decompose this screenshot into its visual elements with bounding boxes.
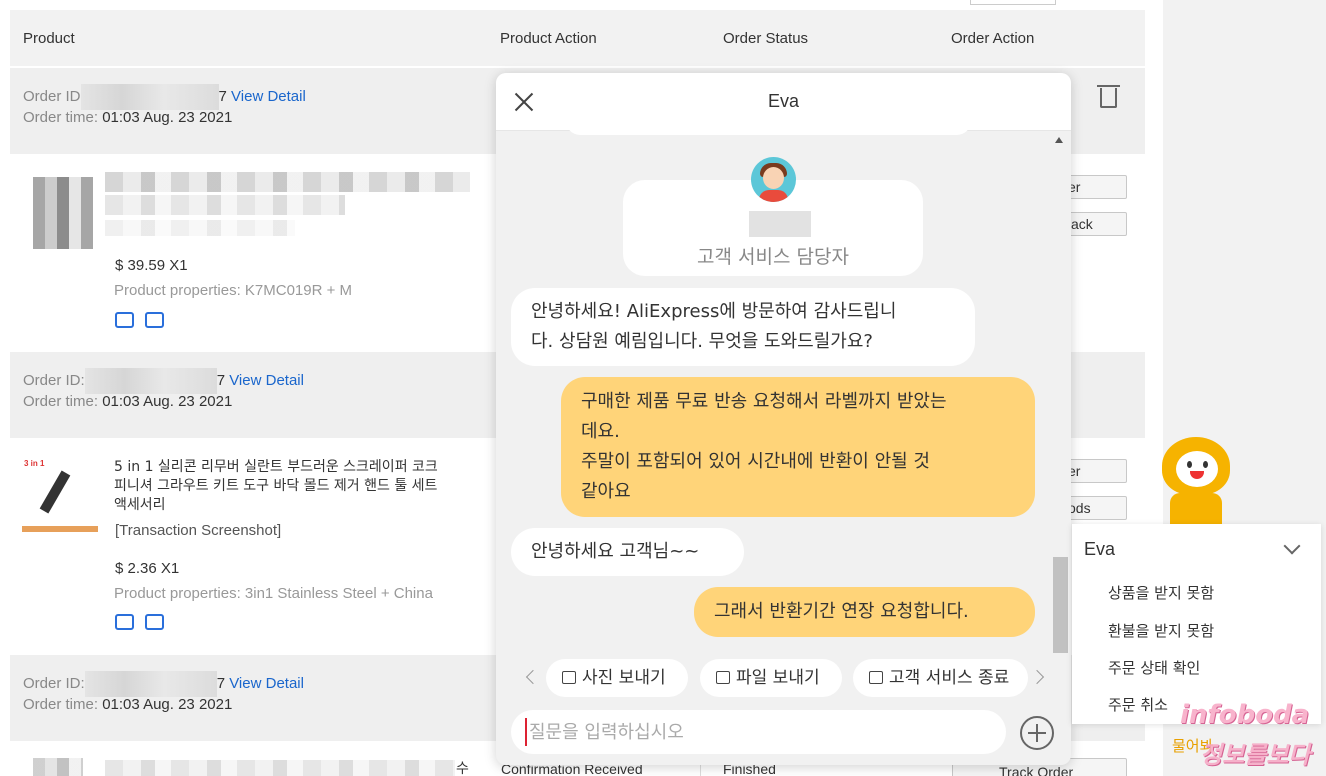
view-detail-link[interactable]: View Detail <box>231 88 306 105</box>
prev-bubble-edge <box>566 121 971 135</box>
transaction-screenshot-link[interactable]: [Transaction Screenshot] <box>115 522 281 539</box>
user-message: 구매한 제품 무료 반송 요청해서 라벨까지 받았는 데요. 주말이 포함되어 … <box>561 377 1035 517</box>
scrollbar[interactable] <box>1052 133 1068 653</box>
order-time-value: 01:03 Aug. 23 2021 <box>102 109 233 126</box>
product-title-blurred[interactable] <box>105 760 455 776</box>
agent-message: 안녕하세요 고객님~~ <box>511 528 744 576</box>
return-icon[interactable] <box>145 614 164 630</box>
chat-title: Eva <box>767 91 800 111</box>
product-thumbnail[interactable]: 3 in 1 <box>22 458 98 534</box>
return-icon[interactable] <box>145 312 164 328</box>
order-id-label: Order ID <box>23 87 81 105</box>
watermark-line2: 정보를보다 <box>1200 741 1311 769</box>
order-time-value: 01:03 Aug. 23 2021 <box>102 393 233 410</box>
order-time-line: Order time: 01:03 Aug. 23 2021 <box>23 393 232 410</box>
order-id-mask <box>84 671 217 697</box>
trash-icon[interactable] <box>1097 85 1120 108</box>
order-time-label: Order time: <box>23 109 99 126</box>
order-time-label: Order time: <box>23 696 99 713</box>
end-service-button[interactable]: 고객 서비스 종료 <box>853 659 1028 697</box>
table-header: Product Product Action Order Status Orde… <box>10 10 1145 66</box>
chat-window: Eva 고객 서비스 담당자 안녕하세요! AliExpress에 방문하여 감… <box>496 73 1071 765</box>
plus-icon[interactable] <box>1020 716 1054 750</box>
product-thumbnail[interactable] <box>33 758 83 776</box>
product-title-blurred[interactable] <box>105 220 295 236</box>
chevron-left-icon[interactable] <box>525 669 541 685</box>
order-id-suffix: 7 <box>218 87 227 105</box>
chevron-right-icon[interactable] <box>1029 669 1045 685</box>
order-id-label: Order ID: <box>23 674 85 692</box>
agent-avatar <box>751 157 796 202</box>
product-price: $ 39.59 X1 <box>115 257 188 274</box>
order-id-line: Order ID: 7 View Detail <box>23 671 304 697</box>
product-title-fragment: 수 <box>456 761 469 776</box>
product-title-blurred[interactable] <box>105 195 345 215</box>
chevron-down-icon[interactable] <box>1283 537 1301 555</box>
file-icon <box>716 671 730 684</box>
order-id-mask <box>80 84 219 110</box>
quick-actions: 사진 보내기 파일 보내기 고객 서비스 종료 <box>496 655 1071 699</box>
menu-item-not-received[interactable]: 상품을 받지 못함 <box>1108 582 1214 603</box>
menu-item-cancel-order[interactable]: 주문 취소 <box>1108 694 1168 715</box>
order-id-label: Order ID: <box>23 371 85 389</box>
order-id-suffix: 7 <box>216 674 226 692</box>
product-price: $ 2.36 X1 <box>115 560 180 577</box>
view-detail-link[interactable]: View Detail <box>229 675 304 692</box>
agent-role: 고객 서비스 담당자 <box>697 246 849 268</box>
view-detail-link[interactable]: View Detail <box>229 372 304 389</box>
shipping-icon[interactable] <box>115 312 134 328</box>
message-input-box <box>511 710 1006 754</box>
image-icon <box>562 671 576 684</box>
scroll-up-icon[interactable] <box>1055 137 1063 143</box>
header-order-action: Order Action <box>951 30 1035 47</box>
top-control-stub[interactable] <box>970 0 1056 5</box>
header-product-action: Product Action <box>500 30 597 47</box>
menu-item-order-status[interactable]: 주문 상태 확인 <box>1108 657 1200 678</box>
order-time-label: Order time: <box>23 393 99 410</box>
header-product: Product <box>23 30 75 47</box>
user-message: 그래서 반환기간 연장 요청합니다. <box>694 587 1035 637</box>
send-photo-button[interactable]: 사진 보내기 <box>546 659 688 697</box>
send-file-button[interactable]: 파일 보내기 <box>700 659 842 697</box>
assistant-mascot[interactable] <box>1160 437 1232 525</box>
exit-icon <box>869 671 883 684</box>
order-time-value: 01:03 Aug. 23 2021 <box>102 696 233 713</box>
header-order-status: Order Status <box>723 30 809 47</box>
agent-message: 안녕하세요! AliExpress에 방문하여 감사드립니 다. 상담원 예림입… <box>511 288 975 366</box>
order-id-mask <box>84 368 217 394</box>
thumbnail-label: 3 in 1 <box>24 459 45 468</box>
product-thumbnail[interactable] <box>33 177 93 249</box>
product-properties: Product properties: K7MC019R + M <box>114 282 353 299</box>
order-id-suffix: 7 <box>216 371 226 389</box>
order-id-line: Order ID: 7 View Detail <box>23 368 304 394</box>
product-title[interactable]: 5 in 1 실리콘 리무버 실란트 부드러운 스크레이퍼 코크 피니셔 그라우… <box>114 458 438 515</box>
scrollbar-thumb[interactable] <box>1053 557 1068 653</box>
watermark-line1: infoboda <box>1180 700 1310 730</box>
order-time-line: Order time: 01:03 Aug. 23 2021 <box>23 109 232 126</box>
order-id-line: Order ID 7 View Detail <box>23 84 306 110</box>
assistant-title: Eva <box>1084 539 1116 559</box>
product-title-blurred[interactable] <box>105 172 470 192</box>
order-time-line: Order time: 01:03 Aug. 23 2021 <box>23 696 232 713</box>
message-input[interactable] <box>525 718 995 746</box>
shipping-icon[interactable] <box>115 614 134 630</box>
menu-item-no-refund[interactable]: 환불을 받지 못함 <box>1108 620 1214 641</box>
assistant-menu: Eva 상품을 받지 못함 환불을 받지 못함 주문 상태 확인 주문 취소 <box>1072 524 1321 724</box>
product-properties: Product properties: 3in1 Stainless Steel… <box>114 585 433 602</box>
agent-name-mask <box>749 211 811 237</box>
